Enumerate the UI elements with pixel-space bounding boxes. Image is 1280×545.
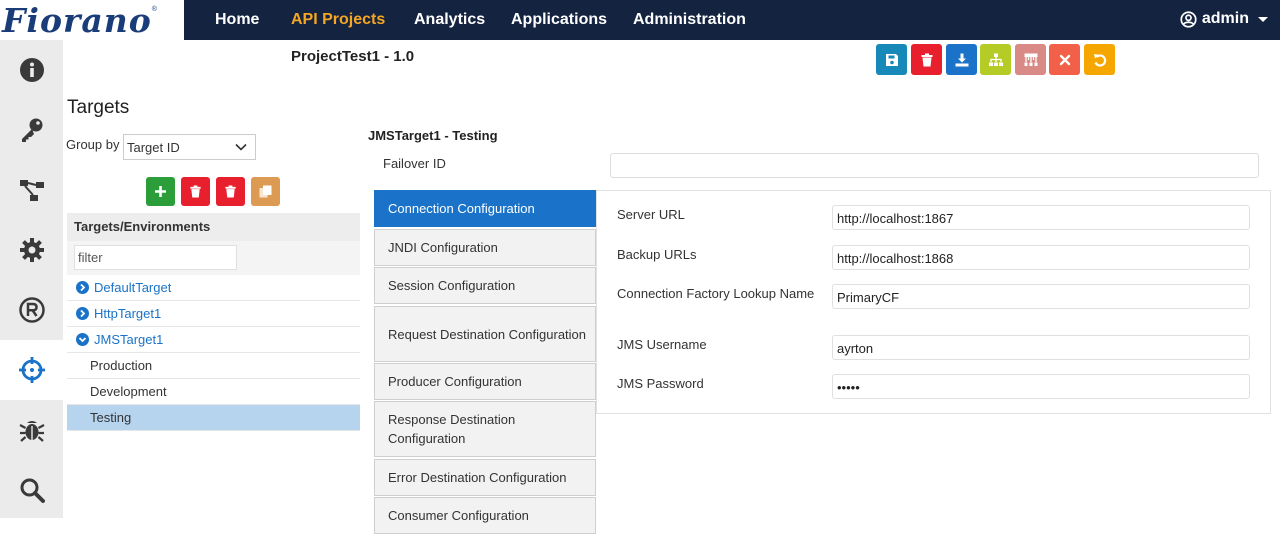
tab-response-destination-configuration[interactable]: Response Destination Configuration (374, 401, 596, 457)
tab-error-destination-configuration[interactable]: Error Destination Configuration (374, 459, 596, 496)
sidebar-item-info[interactable] (0, 40, 63, 100)
delete-button[interactable] (911, 44, 942, 75)
left-icon-sidebar (0, 40, 63, 518)
tree-item-label: DefaultTarget (94, 280, 172, 295)
sidebar-item-keys[interactable] (0, 100, 63, 160)
tab-consumer-configuration[interactable]: Consumer Configuration (374, 497, 596, 534)
tree-item-development[interactable]: Development (67, 379, 360, 405)
tree-item-httptarget1[interactable]: HttpTarget1 (67, 301, 360, 327)
group-by-label: Group by (66, 137, 120, 152)
crosshair-icon (18, 357, 45, 383)
nav-home[interactable]: Home (215, 11, 259, 29)
logo-registered-mark: ® (151, 6, 157, 13)
sitemap-icon (988, 53, 1003, 66)
tab-producer-configuration[interactable]: Producer Configuration (374, 363, 596, 400)
sidebar-item-flows[interactable] (0, 160, 63, 220)
failover-id-label: Failover ID (383, 156, 446, 171)
tab-connection-configuration[interactable]: Connection Configuration (374, 190, 596, 227)
detail-title: JMSTarget1 - Testing (368, 128, 498, 143)
save-button[interactable] (876, 44, 907, 75)
fiorano-logo[interactable]: Fiorano ® (0, 0, 184, 40)
search-icon (20, 478, 45, 503)
user-menu[interactable]: admin (1180, 10, 1268, 28)
delete-environment-button[interactable] (216, 177, 245, 206)
jms-username-label: JMS Username (617, 337, 707, 352)
plus-icon (155, 186, 166, 197)
chevron-down-icon (235, 143, 247, 151)
user-circle-icon (1180, 10, 1197, 28)
tab-jndi-configuration[interactable]: JNDI Configuration (374, 229, 596, 266)
tree-filter-row (67, 241, 360, 275)
tree-item-label: Development (90, 384, 167, 399)
copy-icon (259, 185, 272, 198)
gear-icon (19, 238, 44, 262)
jms-password-input[interactable]: ••••• (832, 374, 1250, 399)
tree-item-defaulttarget[interactable]: DefaultTarget (67, 275, 360, 301)
info-icon (19, 58, 44, 82)
tree-header: Targets/Environments (67, 213, 360, 241)
sidebar-item-debug[interactable] (0, 400, 63, 460)
backup-urls-label: Backup URLs (617, 247, 697, 262)
trash-icon (190, 185, 201, 198)
save-icon (885, 53, 898, 66)
nav-applications[interactable]: Applications (511, 11, 607, 29)
chevron-down-icon[interactable] (76, 333, 89, 346)
group-by-value: Target ID (127, 140, 180, 155)
delete-target-button[interactable] (181, 177, 210, 206)
tree-item-jmstarget1[interactable]: JMSTarget1 (67, 327, 360, 353)
registered-icon (18, 297, 45, 323)
download-button[interactable] (946, 44, 977, 75)
logo-text: Fiorano (2, 0, 152, 40)
undo-icon (1093, 53, 1106, 67)
tree-item-label: HttpTarget1 (94, 306, 162, 321)
close-icon (1059, 54, 1070, 65)
sidebar-item-search[interactable] (0, 460, 63, 520)
group-by-select[interactable]: Target ID (123, 134, 256, 160)
jms-password-label: JMS Password (617, 376, 704, 391)
tree-item-label: Testing (90, 410, 132, 425)
download-icon (955, 53, 968, 66)
sidebar-item-settings[interactable] (0, 220, 63, 280)
nav-api-projects[interactable]: API Projects (291, 11, 385, 29)
bug-icon (18, 421, 45, 442)
user-name: admin (1201, 10, 1249, 27)
undo-button[interactable] (1084, 44, 1115, 75)
sidebar-item-registered[interactable] (0, 280, 63, 340)
tab-session-configuration[interactable]: Session Configuration (374, 267, 596, 304)
nav-analytics[interactable]: Analytics (414, 11, 485, 29)
copy-target-button[interactable] (251, 177, 280, 206)
close-button[interactable] (1049, 44, 1080, 75)
add-target-button[interactable] (146, 177, 175, 206)
jms-username-input[interactable]: ayrton (832, 335, 1250, 360)
chevron-right-icon[interactable] (76, 307, 89, 320)
flow-icon (19, 180, 44, 201)
trash-icon (921, 53, 932, 66)
chevron-right-icon[interactable] (76, 281, 89, 294)
sitemap-button[interactable] (980, 44, 1011, 75)
server-url-label: Server URL (617, 207, 685, 222)
chevron-down-icon (1258, 16, 1268, 22)
server-url-input[interactable]: http://localhost:1867 (832, 205, 1250, 230)
hierarchy-icon (1024, 53, 1037, 66)
key-icon (21, 118, 42, 142)
tree-item-label: Production (90, 358, 153, 373)
targets-heading: Targets (67, 97, 130, 118)
tree-item-label: JMSTarget1 (94, 332, 164, 347)
backup-urls-input[interactable]: http://localhost:1868 (832, 245, 1250, 270)
filter-input[interactable] (74, 245, 237, 270)
hierarchy-button[interactable] (1015, 44, 1046, 75)
failover-id-input[interactable] (610, 153, 1259, 178)
nav-administration[interactable]: Administration (633, 11, 746, 29)
project-title: ProjectTest1 - 1.0 (291, 48, 415, 65)
trash-icon (225, 185, 236, 198)
sidebar-item-targets[interactable] (0, 340, 63, 400)
connection-factory-lookup-name-input[interactable]: PrimaryCF (832, 284, 1250, 309)
tree-item-production[interactable]: Production (67, 353, 360, 379)
connection-factory-lookup-name-label: Connection Factory Lookup Name (617, 286, 815, 301)
tab-request-destination-configuration[interactable]: Request Destination Configuration (374, 306, 596, 362)
top-navbar: Fiorano ® Home API Projects Analytics Ap… (0, 0, 1280, 40)
tree-item-testing[interactable]: Testing (67, 405, 360, 431)
